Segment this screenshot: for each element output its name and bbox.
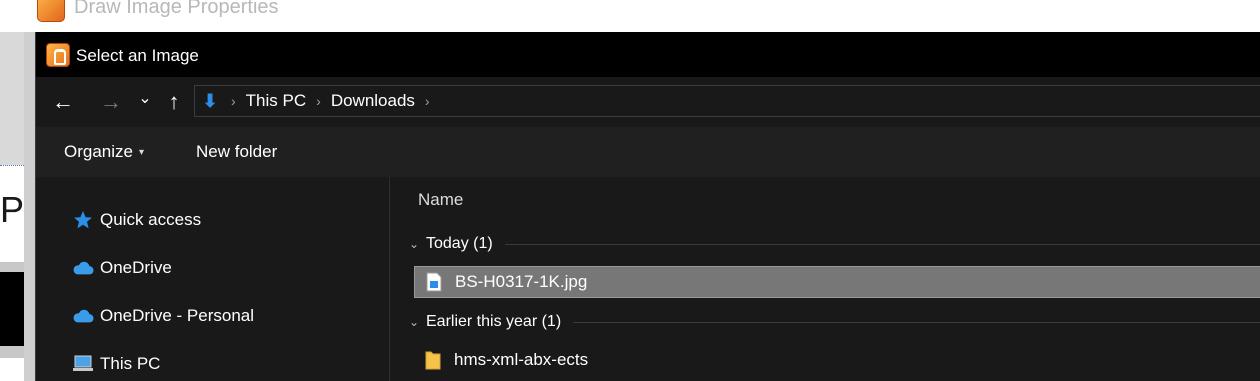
file-dialog: Select an Image ← → ⌄ ↑ ⬇ › This PC › Do…	[35, 32, 1260, 381]
navigation-pane: Quick access OneDrive OneDrive - Persona…	[36, 177, 390, 381]
dialog-shadow	[24, 32, 35, 381]
sidebar-item-label: Quick access	[100, 210, 202, 229]
sidebar-item-quick-access[interactable]: Quick access	[72, 206, 201, 234]
breadcrumb-separator-icon[interactable]: ›	[419, 93, 436, 109]
chevron-down-icon: ⌄	[138, 90, 152, 107]
cloud-icon	[72, 260, 94, 276]
cloud-icon	[72, 308, 94, 324]
file-row[interactable]: BS-H0317-1K.jpg	[414, 266, 1260, 298]
recent-locations-button[interactable]: ⌄	[130, 83, 160, 113]
navigation-bar: ← → ⌄ ↑ ⬇ › This PC › Downloads ›	[36, 77, 1260, 127]
background-panel-3	[0, 346, 24, 358]
new-folder-button[interactable]: New folder	[196, 127, 277, 177]
file-row[interactable]: hms-xml-abx-ects	[414, 344, 1260, 376]
computer-icon	[72, 355, 94, 373]
group-divider	[573, 321, 1260, 323]
background-window-titlebar: Draw Image Properties	[0, 0, 1260, 32]
image-file-icon	[423, 272, 445, 292]
new-folder-label: New folder	[196, 142, 278, 161]
group-label: Earlier this year (1)	[426, 313, 562, 330]
chevron-down-icon: ⌄	[408, 315, 420, 329]
up-arrow-icon: ↑	[168, 89, 180, 114]
downloads-icon: ⬇	[202, 90, 218, 111]
group-divider	[504, 243, 1260, 245]
column-header-name[interactable]: Name	[418, 185, 463, 215]
file-name: BS-H0317-1K.jpg	[455, 272, 588, 291]
dialog-title: Select an Image	[76, 46, 199, 65]
forward-arrow-icon: →	[100, 89, 122, 114]
group-header-earlier-this-year[interactable]: ⌄ Earlier this year (1)	[402, 308, 1260, 336]
breadcrumb-downloads[interactable]: Downloads	[327, 91, 419, 111]
app-icon	[46, 43, 70, 67]
sidebar-item-label: OneDrive - Personal	[100, 306, 255, 325]
back-arrow-icon: ←	[52, 89, 74, 114]
up-button[interactable]: ↑	[159, 87, 189, 117]
background-panel-2	[0, 262, 24, 272]
star-icon	[72, 210, 94, 230]
group-label: Today (1)	[426, 235, 493, 252]
organize-label: Organize	[64, 142, 133, 161]
sidebar-item-onedrive[interactable]: OneDrive	[72, 254, 172, 282]
background-divider	[0, 165, 24, 166]
address-bar[interactable]: ⬇ › This PC › Downloads ›	[194, 85, 1260, 117]
sidebar-item-onedrive-personal[interactable]: OneDrive - Personal	[72, 302, 254, 330]
background-preview	[0, 272, 24, 346]
folder-icon	[422, 350, 444, 370]
sidebar-item-label: OneDrive	[100, 258, 172, 277]
breadcrumb-separator-icon[interactable]: ›	[310, 93, 327, 109]
organize-button[interactable]: Organize ▾	[64, 127, 144, 178]
breadcrumb-this-pc[interactable]: This PC	[242, 91, 310, 111]
background-window-title: Draw Image Properties	[74, 0, 279, 18]
forward-button[interactable]: →	[96, 87, 126, 117]
caret-down-icon: ▾	[138, 146, 145, 158]
sidebar-item-this-pc[interactable]: This PC	[72, 350, 160, 378]
command-toolbar: Organize ▾ New folder	[36, 127, 1260, 177]
chevron-down-icon: ⌄	[408, 237, 420, 251]
background-app-icon	[37, 0, 65, 22]
file-name: hms-xml-abx-ects	[454, 350, 589, 369]
dialog-titlebar: Select an Image	[36, 32, 1260, 77]
sidebar-item-label: This PC	[100, 354, 161, 373]
back-button[interactable]: ←	[48, 87, 78, 117]
background-panel	[0, 32, 24, 165]
breadcrumb-separator-icon: ›	[231, 93, 236, 109]
group-header-today[interactable]: ⌄ Today (1)	[402, 230, 1260, 258]
file-list: Name ⌄ Today (1) BS-H0317-1K.jpg ⌄ Earli…	[390, 177, 1260, 381]
